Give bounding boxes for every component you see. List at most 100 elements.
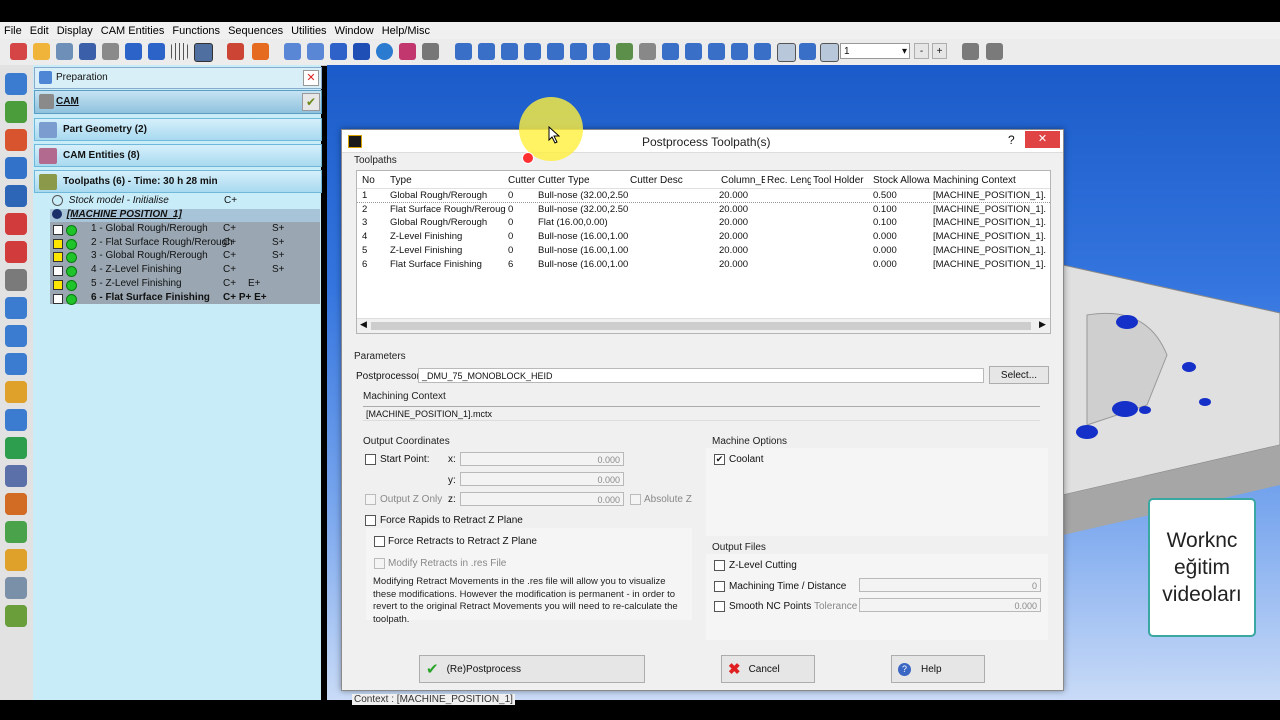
clip-icon[interactable] bbox=[639, 43, 656, 60]
help-question-icon[interactable]: ? bbox=[1008, 133, 1015, 147]
table-row[interactable]: 3 Global Rough/Rerough 0 Flat (16.00,0.00) 2… bbox=[357, 216, 1050, 229]
col-machining-context[interactable]: Machining Context bbox=[933, 175, 1045, 186]
move-icon[interactable] bbox=[731, 43, 748, 60]
rotate-icon[interactable] bbox=[524, 43, 541, 60]
toolpath-color-swatch[interactable] bbox=[53, 252, 63, 263]
col-stock-allowance[interactable]: Stock Allowar bbox=[873, 175, 930, 186]
deselect-icon[interactable] bbox=[820, 43, 839, 62]
camera-icon[interactable] bbox=[422, 43, 439, 60]
open-folder-icon[interactable] bbox=[33, 43, 50, 60]
toolpath-color-swatch[interactable] bbox=[53, 266, 63, 277]
toolpath-item-1[interactable]: 1 - Global Rough/Rerough C+ S+ bbox=[50, 223, 320, 236]
select-button[interactable]: Select... bbox=[989, 366, 1049, 384]
col-column-e[interactable]: Column_E bbox=[721, 175, 765, 186]
menu-cam-entities[interactable]: CAM Entities bbox=[97, 25, 169, 37]
toolpath-icon[interactable] bbox=[5, 185, 27, 207]
drilling-icon[interactable] bbox=[5, 269, 27, 291]
finishing-icon[interactable] bbox=[5, 241, 27, 263]
preparation-header[interactable]: Preparation ✕ bbox=[34, 67, 322, 89]
start-x-field[interactable]: 0.000 bbox=[460, 452, 624, 466]
col-cutter-desc[interactable]: Cutter Desc bbox=[630, 175, 720, 186]
table-row[interactable]: 1 Global Rough/Rerough 0 Bull-nose (32.00,2… bbox=[357, 189, 1050, 203]
table-row[interactable]: 2 Flat Surface Rough/Rerough 0 Bull-nose (3… bbox=[357, 203, 1050, 216]
toolpath-color-swatch[interactable] bbox=[53, 238, 63, 249]
menu-functions[interactable]: Functions bbox=[168, 25, 224, 37]
absolute-z-checkbox[interactable] bbox=[630, 494, 641, 505]
redo-icon[interactable] bbox=[148, 43, 165, 60]
geometry-icon[interactable] bbox=[5, 101, 27, 123]
zoom-part-icon[interactable] bbox=[501, 43, 518, 60]
toolpath-color-swatch[interactable] bbox=[53, 225, 63, 235]
curves-icon[interactable] bbox=[5, 129, 27, 151]
col-rec-length[interactable]: Rec. Lengt bbox=[767, 175, 811, 186]
horizontal-scrollbar[interactable]: ◀ ▶ bbox=[357, 318, 1050, 333]
select-filter-icon[interactable] bbox=[777, 43, 796, 62]
part-geometry-row[interactable]: Part Geometry (2) bbox=[34, 118, 322, 141]
start-y-field[interactable]: 0.000 bbox=[460, 472, 624, 486]
zoom-window-icon[interactable] bbox=[478, 43, 495, 60]
layer-increment-button[interactable]: + bbox=[932, 43, 947, 59]
zoom-in-icon[interactable] bbox=[662, 43, 679, 60]
checkmark-icon[interactable]: ✔ bbox=[302, 93, 320, 111]
repostprocess-button[interactable]: ✔ (Re)Postprocess bbox=[419, 655, 645, 683]
roughing-icon[interactable] bbox=[5, 213, 27, 235]
scroll-right-icon[interactable]: ▶ bbox=[1039, 319, 1046, 330]
sphere-icon[interactable] bbox=[376, 43, 393, 60]
toolpath-item-6[interactable]: 6 - Flat Surface Finishing C+ P+ E+ bbox=[50, 292, 320, 305]
start-z-field[interactable]: 0.000 bbox=[460, 492, 624, 506]
table-row[interactable]: 4 Z-Level Finishing 0 Bull-nose (16.00,1.00… bbox=[357, 230, 1050, 243]
analysis-icon[interactable] bbox=[5, 549, 27, 571]
machining-time-checkbox[interactable] bbox=[714, 581, 725, 592]
postprocess-icon[interactable] bbox=[5, 437, 27, 459]
toolpath-item-5[interactable]: 5 - Z-Level Finishing C+ E+ bbox=[50, 278, 320, 291]
measure-icon[interactable] bbox=[616, 43, 633, 60]
smooth-nc-checkbox[interactable] bbox=[714, 601, 725, 612]
toolpaths-row[interactable]: Toolpaths (6) - Time: 30 h 28 min bbox=[34, 170, 322, 193]
modify-retracts-checkbox[interactable] bbox=[374, 558, 385, 569]
cam-entities-row[interactable]: CAM Entities (8) bbox=[34, 144, 322, 167]
layer-copy-icon[interactable] bbox=[986, 43, 1003, 60]
cam-header[interactable]: CAM ✔ bbox=[34, 90, 322, 114]
macro-icon[interactable] bbox=[5, 605, 27, 627]
force-retracts-checkbox[interactable] bbox=[374, 536, 385, 547]
toolpath-color-swatch[interactable] bbox=[53, 293, 63, 304]
section-icon[interactable] bbox=[593, 43, 610, 60]
coolant-checkbox[interactable]: ✔ bbox=[714, 454, 725, 465]
settings-s-icon[interactable] bbox=[5, 297, 27, 319]
pan-icon[interactable] bbox=[547, 43, 564, 60]
axis-icon[interactable] bbox=[227, 43, 244, 60]
layer-select[interactable]: 1 ▾ bbox=[840, 43, 910, 59]
menu-edit[interactable]: Edit bbox=[26, 25, 53, 37]
origin-icon[interactable] bbox=[252, 43, 269, 60]
target-icon[interactable] bbox=[754, 43, 771, 60]
table-row[interactable]: 5 Z-Level Finishing 0 Bull-nose (16.00,1.00… bbox=[357, 244, 1050, 257]
machine-m-icon[interactable] bbox=[5, 409, 27, 431]
table-row[interactable]: 6 Flat Surface Finishing 6 Bull-nose (16.00… bbox=[357, 258, 1050, 271]
col-cutter-type[interactable]: Cutter Type bbox=[538, 175, 628, 186]
shaded-view-icon[interactable] bbox=[353, 43, 370, 60]
machining-time-field[interactable]: 0 bbox=[859, 578, 1041, 592]
view-top-icon[interactable] bbox=[307, 43, 324, 60]
zoom-out-icon[interactable] bbox=[685, 43, 702, 60]
toolpath-item-4[interactable]: 4 - Z-Level Finishing C+ S+ bbox=[50, 264, 320, 278]
col-type[interactable]: Type bbox=[390, 175, 505, 186]
center-icon[interactable] bbox=[708, 43, 725, 60]
col-cutter[interactable]: Cutter bbox=[508, 175, 536, 186]
zoom-all-icon[interactable] bbox=[455, 43, 472, 60]
output-z-only-checkbox[interactable] bbox=[365, 494, 376, 505]
render-icon[interactable] bbox=[399, 43, 416, 60]
start-point-checkbox[interactable] bbox=[365, 454, 376, 465]
tolerance-field[interactable]: 0.000 bbox=[859, 598, 1041, 612]
holder-h-icon[interactable] bbox=[5, 325, 27, 347]
zlevel-cutting-checkbox[interactable] bbox=[714, 560, 725, 571]
scrollbar-thumb[interactable] bbox=[371, 322, 1031, 330]
report-icon[interactable] bbox=[5, 493, 27, 515]
layer-decrement-button[interactable]: - bbox=[914, 43, 929, 59]
toolpath-item-2[interactable]: 2 - Flat Surface Rough/Rerough C+ S+ bbox=[50, 237, 320, 250]
check-icon[interactable] bbox=[5, 521, 27, 543]
toolpath-item-3[interactable]: 3 - Global Rough/Rerough C+ S+ bbox=[50, 250, 320, 264]
menu-help-misc[interactable]: Help/Misc bbox=[378, 25, 434, 37]
help-button[interactable]: ? Help bbox=[891, 655, 985, 683]
col-tool-holder[interactable]: Tool Holder bbox=[813, 175, 871, 186]
close-icon[interactable]: ✕ bbox=[303, 70, 319, 86]
